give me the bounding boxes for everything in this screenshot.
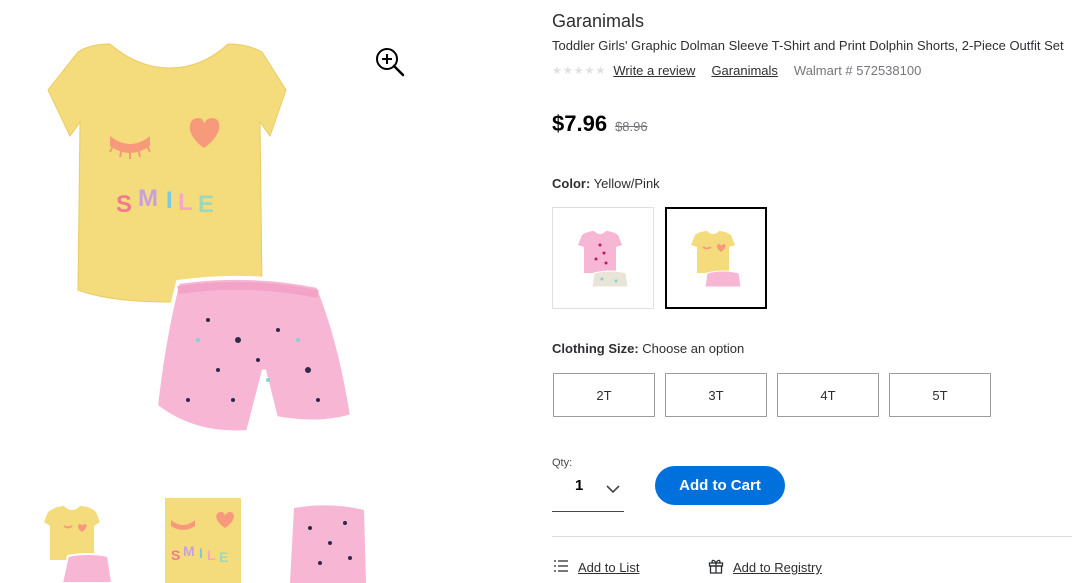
add-to-list-button[interactable]: Add to List xyxy=(553,558,639,577)
color-label-title: Color: xyxy=(552,176,591,191)
gallery-thumbnail-2[interactable]: SM IL E xyxy=(165,498,241,583)
was-price: $8.96 xyxy=(615,119,648,134)
product-brand: Garanimals xyxy=(552,11,645,31)
product-main-image[interactable]: S M I L E xyxy=(18,40,388,460)
product-meta-row: ★★★★★ Write a review Garanimals Walmart … xyxy=(552,63,921,78)
price-row: $7.96 $8.96 xyxy=(552,111,648,137)
quantity-value: 1 xyxy=(575,477,584,494)
brand-link[interactable]: Garanimals xyxy=(711,63,777,78)
gallery-thumbnail-1[interactable] xyxy=(38,498,114,583)
svg-text:E: E xyxy=(198,191,214,218)
svg-text:M: M xyxy=(138,185,158,212)
add-to-registry-label: Add to Registry xyxy=(733,560,822,575)
size-label-title: Clothing Size: xyxy=(552,341,639,356)
product-title: Toddler Girls' Graphic Dolman Sleeve T-S… xyxy=(552,38,1064,53)
write-review-link[interactable]: Write a review xyxy=(613,63,695,78)
svg-text:L: L xyxy=(178,189,193,216)
walmart-item-number: Walmart # 572538100 xyxy=(793,63,922,78)
color-swatch-yellow-pink[interactable] xyxy=(665,207,767,309)
color-label: Color: Yellow/Pink xyxy=(552,176,660,191)
size-selected-value: Choose an option xyxy=(642,341,745,356)
current-price: $7.96 xyxy=(552,111,608,136)
svg-text:L: L xyxy=(207,547,216,563)
gallery-thumbnail-3[interactable] xyxy=(290,498,366,583)
add-to-cart-button[interactable]: Add to Cart xyxy=(655,466,785,505)
size-option-2t[interactable]: 2T xyxy=(553,373,655,417)
size-option-4t[interactable]: 4T xyxy=(777,373,879,417)
divider xyxy=(552,536,1072,537)
list-icon xyxy=(553,558,569,577)
color-swatch-pink[interactable] xyxy=(552,207,654,309)
size-label: Clothing Size: Choose an option xyxy=(552,341,744,356)
quantity-select[interactable]: 1 xyxy=(552,472,624,512)
gift-icon xyxy=(708,558,724,577)
zoom-in-icon[interactable] xyxy=(374,46,406,78)
chevron-down-icon xyxy=(606,481,620,499)
svg-text:I: I xyxy=(166,187,173,214)
add-to-registry-button[interactable]: Add to Registry xyxy=(708,558,822,577)
quantity-label: Qty: xyxy=(552,457,573,469)
size-option-5t[interactable]: 5T xyxy=(889,373,991,417)
add-to-list-label: Add to List xyxy=(578,560,640,575)
color-selected-value: Yellow/Pink xyxy=(593,176,660,191)
rating-stars: ★★★★★ xyxy=(552,65,607,77)
size-option-3t[interactable]: 3T xyxy=(665,373,767,417)
svg-text:S: S xyxy=(116,191,132,218)
svg-text:S: S xyxy=(171,547,180,563)
svg-text:M: M xyxy=(183,543,195,559)
svg-text:E: E xyxy=(219,549,228,565)
svg-text:I: I xyxy=(199,545,203,561)
